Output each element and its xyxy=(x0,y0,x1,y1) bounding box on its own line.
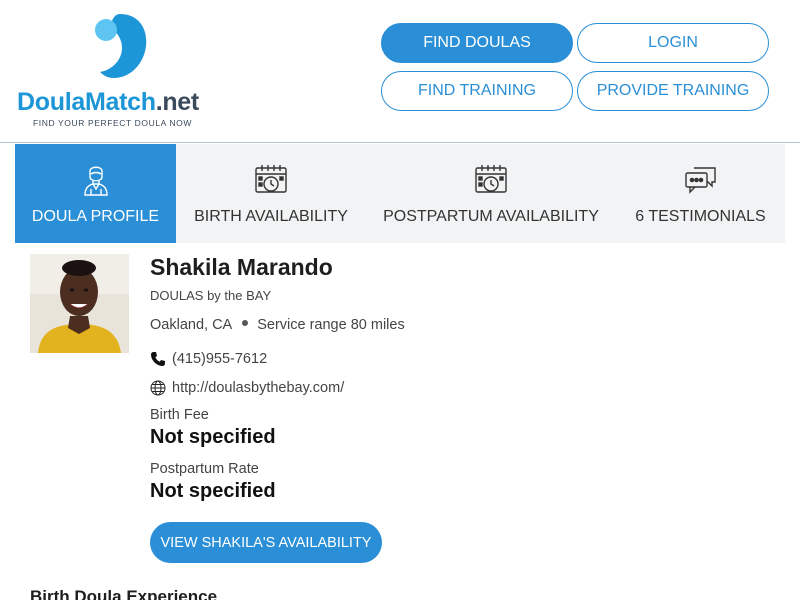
separator-dot xyxy=(242,320,249,326)
doula-agency: DOULAS by the BAY xyxy=(150,288,272,303)
find-training-button[interactable]: FIND TRAINING xyxy=(381,71,573,111)
phone-row[interactable]: (415)955-7612 xyxy=(150,351,267,367)
tab-label: POSTPARTUM AVAILABILITY xyxy=(383,208,599,225)
tab-testimonials[interactable]: 6 TESTIMONIALS xyxy=(616,144,785,243)
find-doulas-button[interactable]: FIND DOULAS xyxy=(381,23,573,63)
doula-person-icon xyxy=(83,166,108,196)
login-button[interactable]: LOGIN xyxy=(577,23,769,63)
birth-fee-label: Birth Fee xyxy=(150,407,209,423)
doula-website-link[interactable]: http://doulasbythebay.com/ xyxy=(172,380,344,396)
tab-label: DOULA PROFILE xyxy=(31,208,160,225)
postpartum-rate-label: Postpartum Rate xyxy=(150,461,259,477)
logo-word-doula: Doula xyxy=(17,88,85,116)
view-availability-button[interactable]: VIEW SHAKILA'S AVAILABILITY xyxy=(150,522,382,563)
postpartum-rate-value: Not specified xyxy=(150,480,276,502)
globe-icon xyxy=(150,380,166,396)
chat-bubbles-icon xyxy=(684,167,716,194)
logo-wordmark: DoulaMatch.net xyxy=(17,88,199,117)
logo-word-match: Match xyxy=(84,88,156,116)
doula-phone[interactable]: (415)955-7612 xyxy=(172,351,267,367)
tab-postpartum-availability[interactable]: POSTPARTUM AVAILABILITY xyxy=(366,144,616,243)
website-row[interactable]: http://doulasbythebay.com/ xyxy=(150,380,344,396)
service-range: Service range 80 miles xyxy=(257,317,405,333)
calendar-clock-icon xyxy=(255,165,287,193)
doula-portrait-image xyxy=(30,254,129,353)
logo-tagline: FIND YOUR PERFECT DOULA NOW xyxy=(33,118,192,128)
site-logo[interactable]: DoulaMatch.net FIND YOUR PERFECT DOULA N… xyxy=(16,10,221,135)
profile-tabs: DOULA PROFILE BIRTH AVAILABILITY POSTPAR… xyxy=(15,144,785,243)
birth-fee-value: Not specified xyxy=(150,426,276,448)
doula-name: Shakila Marando xyxy=(150,254,333,280)
tab-birth-availability[interactable]: BIRTH AVAILABILITY xyxy=(176,144,366,243)
tab-label: 6 TESTIMONIALS xyxy=(635,208,766,225)
location-row: Oakland, CA Service range 80 miles xyxy=(150,317,405,333)
logo-mark-icon xyxy=(95,14,147,78)
phone-icon xyxy=(151,352,165,366)
doula-photo xyxy=(30,254,129,353)
birth-experience-heading: Birth Doula Experience xyxy=(30,587,218,600)
doula-location: Oakland, CA xyxy=(150,317,233,333)
tab-label: BIRTH AVAILABILITY xyxy=(194,208,348,225)
tab-doula-profile[interactable]: DOULA PROFILE xyxy=(15,144,176,243)
provide-training-button[interactable]: PROVIDE TRAINING xyxy=(577,71,769,111)
logo-word-net: .net xyxy=(155,88,200,116)
site-header: DoulaMatch.net FIND YOUR PERFECT DOULA N… xyxy=(0,0,800,143)
calendar-clock-icon xyxy=(475,165,507,193)
